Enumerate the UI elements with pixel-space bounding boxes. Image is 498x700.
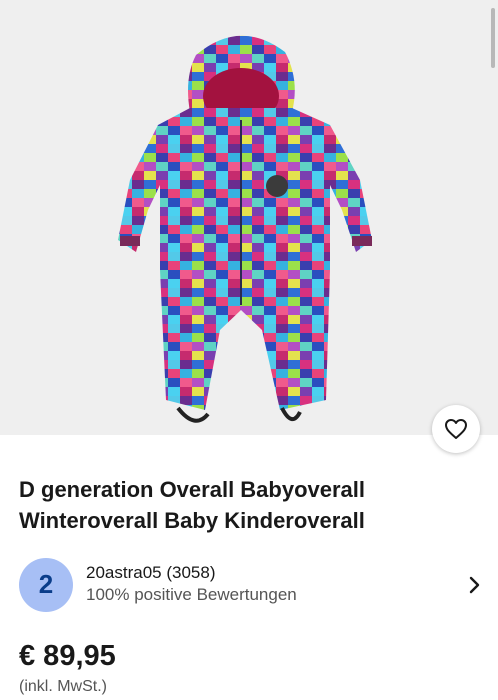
overall-illustration [118,35,372,423]
product-title: D generation Overall Babyoverall Wintero… [19,477,366,533]
seller-row[interactable]: 2 20astra05 (3058) 100% positive Bewertu… [19,557,485,612]
seller-avatar: 2 [19,557,73,612]
tax-note: (inkl. MwSt.) [19,678,107,695]
heart-outline-icon [445,419,467,439]
seller-name: 20astra05 (3058) [86,563,216,582]
seller-info: 20astra05 (3058) 100% positive Bewertung… [86,562,465,607]
favorite-button[interactable] [432,405,480,453]
seller-feedback: 100% positive Bewertungen [86,585,297,604]
product-image[interactable] [0,0,498,435]
scrollbar[interactable] [491,8,495,68]
price: € 89,95 [19,640,116,672]
chevron-right-icon[interactable] [465,576,485,594]
